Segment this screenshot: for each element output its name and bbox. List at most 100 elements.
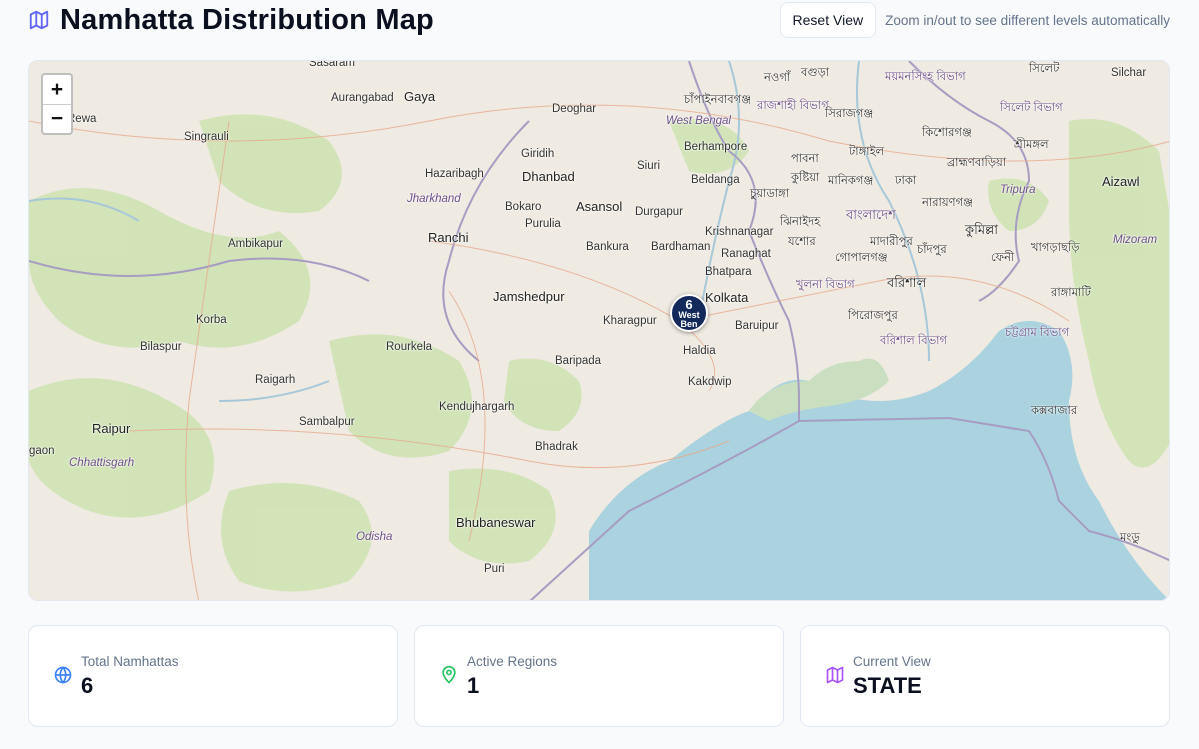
map-label: Kendujhargarh bbox=[439, 401, 515, 413]
map-label: Baruipur bbox=[735, 320, 779, 332]
map-label: Kakdwip bbox=[688, 376, 732, 388]
map-label: Mizoram bbox=[1113, 234, 1158, 246]
map-label-bn: বাংলাদেশ bbox=[846, 207, 896, 222]
map-label: Chhattisgarh bbox=[69, 457, 135, 469]
map-label: Bhatpara bbox=[705, 266, 752, 278]
map-label-bn: সিলেট বিভাগ bbox=[1000, 102, 1063, 114]
map-label-bn: খাগড়াছড়ি bbox=[1031, 242, 1080, 254]
map-label: Bhubaneswar bbox=[456, 515, 536, 530]
stats-cards: Total Namhattas 6 Active Regions 1 Curre… bbox=[28, 625, 1170, 727]
map-pin-icon bbox=[439, 665, 459, 685]
map-label-bn: বরিশাল bbox=[887, 275, 927, 290]
zoom-out-button[interactable]: − bbox=[43, 104, 71, 133]
map-label-bn: চুয়াডাঙ্গা bbox=[750, 188, 790, 200]
map-label: Siuri bbox=[637, 160, 661, 172]
map-label: Puri bbox=[484, 563, 505, 575]
distribution-map[interactable]: + − Gaya Aurangabad Sasaram Deoghar Sing… bbox=[28, 60, 1170, 601]
map-label-bn: ঢাকা bbox=[895, 175, 917, 187]
map-label-bn: নওগাঁ bbox=[764, 72, 791, 84]
map-label-bn: সিরাজগঞ্জ bbox=[825, 108, 874, 120]
map-label-bn: খুলনা বিভাগ bbox=[796, 279, 855, 291]
map-label: Bhadrak bbox=[535, 441, 578, 453]
stat-value: 6 bbox=[81, 672, 94, 698]
stat-card-current-view: Current View STATE bbox=[800, 625, 1170, 727]
map-label-bn: সিলেট bbox=[1029, 63, 1060, 75]
map-label: Kharagpur bbox=[603, 315, 657, 327]
map-label: Ranaghat bbox=[721, 248, 771, 260]
map-label: Ranchi bbox=[428, 230, 469, 245]
map-label: Raigarh bbox=[255, 374, 296, 386]
map-label: Raipur bbox=[92, 421, 131, 436]
map-label: Baripada bbox=[555, 355, 602, 367]
map-label: Bardhaman bbox=[651, 241, 711, 253]
map-label: Bilaspur bbox=[140, 341, 182, 353]
map-label-bn: চাঁপাইনবাবগঞ্জ bbox=[684, 94, 752, 106]
map-label: Sasaram bbox=[309, 60, 356, 69]
map-label: Durgapur bbox=[635, 206, 683, 218]
map-label: Kolkata bbox=[705, 290, 749, 305]
map-label-bn: কিশোরগঞ্জ bbox=[922, 127, 972, 139]
page-title: Namhatta Distribution Map bbox=[60, 3, 434, 36]
map-label: Dhanbad bbox=[522, 169, 575, 184]
map-label: Haldia bbox=[683, 345, 716, 357]
map-label: West Bengal bbox=[666, 115, 731, 127]
globe-icon bbox=[53, 665, 73, 685]
map-label: Aizawl bbox=[1102, 174, 1140, 189]
map-icon bbox=[825, 665, 845, 685]
stat-value: 1 bbox=[467, 672, 480, 698]
map-label: Giridih bbox=[521, 148, 555, 160]
map-label: Beldanga bbox=[691, 174, 740, 186]
map-label: Hazaribagh bbox=[425, 168, 484, 180]
map-label: Berhampore bbox=[684, 141, 748, 153]
stat-card-total-namhattas: Total Namhattas 6 bbox=[28, 625, 398, 727]
stat-card-active-regions: Active Regions 1 bbox=[414, 625, 784, 727]
map-label: Jamshedpur bbox=[493, 289, 565, 304]
page-header: Namhatta Distribution Map Reset View Zoo… bbox=[28, 0, 1170, 40]
map-label: Sambalpur bbox=[299, 416, 355, 428]
map-label-bn: বগুড়া bbox=[801, 67, 830, 79]
map-label: Korba bbox=[196, 314, 227, 326]
map-label: Asansol bbox=[576, 199, 623, 214]
map-label: Tripura bbox=[1000, 184, 1036, 196]
stat-label: Total Namhattas bbox=[81, 653, 179, 669]
map-label-bn: নারায়ণগঞ্জ bbox=[922, 197, 973, 209]
map-label-bn: রাজশাহী বিভাগ bbox=[757, 100, 829, 112]
map-label-bn: শ্রীমঙ্গল bbox=[1014, 139, 1049, 151]
map-label: Singrauli bbox=[184, 131, 229, 143]
map-label-bn: ময়মনসিংহ বিভাগ bbox=[885, 71, 966, 83]
map-label-bn: টাঙ্গাইল bbox=[849, 146, 885, 158]
map-label-bn: পিরোজপুর bbox=[848, 310, 898, 322]
map-label: Bokaro bbox=[505, 201, 542, 213]
map-label-bn: পাবনা bbox=[791, 153, 819, 165]
map-label-bn: মানিকগঞ্জ bbox=[828, 175, 874, 187]
map-icon bbox=[28, 9, 50, 31]
map-label: Odisha bbox=[356, 531, 393, 543]
map-label-bn: চট্টগ্রাম বিভাগ bbox=[1005, 327, 1070, 339]
map-label-bn: ফেনী bbox=[991, 252, 1015, 264]
map-label-bn: যশোর bbox=[788, 236, 816, 248]
map-label-bn: কক্সবাজার bbox=[1031, 405, 1078, 417]
reset-view-button[interactable]: Reset View bbox=[779, 2, 877, 38]
map-label-bn: কুষ্টিয়া bbox=[791, 172, 820, 184]
map-label: Deoghar bbox=[552, 103, 597, 115]
cluster-marker[interactable]: 6 West Ben bbox=[670, 294, 708, 332]
map-label-bn: বরিশাল বিভাগ bbox=[880, 335, 948, 347]
map-label: Silchar bbox=[1111, 67, 1147, 79]
map-label: Jharkhand bbox=[407, 193, 461, 205]
map-label: Gaya bbox=[404, 89, 436, 104]
stat-label: Active Regions bbox=[467, 653, 558, 669]
map-label: Aurangabad bbox=[331, 92, 394, 104]
map-label: gaon bbox=[29, 445, 55, 457]
map-label-bn: কুমিল্লা bbox=[965, 222, 999, 237]
map-label-bn: রাঙ্গামাটি bbox=[1051, 287, 1091, 299]
cluster-name: West Ben bbox=[678, 310, 700, 329]
map-label: Krishnanagar bbox=[705, 226, 774, 238]
map-label: Bankura bbox=[586, 241, 629, 253]
zoom-hint-text: Zoom in/out to see different levels auto… bbox=[885, 12, 1170, 28]
map-label: Rourkela bbox=[386, 341, 433, 353]
map-label-bn: গোপালগঞ্জ bbox=[835, 252, 888, 264]
stat-label: Current View bbox=[853, 653, 931, 669]
map-label-bn: চাঁদপুর bbox=[917, 244, 947, 256]
map-label-bn: মংডু bbox=[1120, 532, 1140, 544]
zoom-in-button[interactable]: + bbox=[43, 75, 71, 104]
